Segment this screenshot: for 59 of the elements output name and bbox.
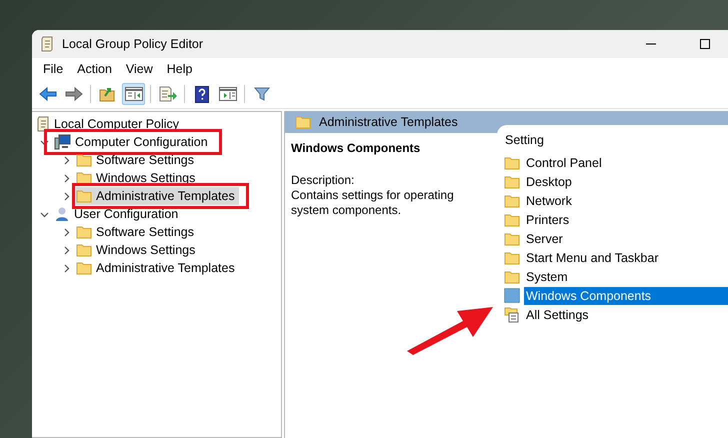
list-item[interactable]: Windows Components xyxy=(524,286,728,304)
action-pane-icon xyxy=(218,87,236,101)
tree-item[interactable]: Computer Configuration xyxy=(52,133,212,151)
scroll-icon xyxy=(36,116,50,132)
list-item[interactable]: Network xyxy=(524,192,728,210)
folder-icon xyxy=(295,115,311,129)
folder-icon xyxy=(504,174,520,188)
folder-icon xyxy=(504,212,520,226)
back-arrow-icon xyxy=(38,87,56,101)
tree-item[interactable]: Local Computer Policy xyxy=(34,115,184,133)
folder-up-icon xyxy=(99,86,116,102)
folder-icon xyxy=(76,243,92,257)
folder-icon xyxy=(76,189,92,203)
description-text: Contains settings for operating system components. xyxy=(291,188,455,218)
tree-item[interactable]: Administrative Templates xyxy=(74,259,239,277)
folder-icon xyxy=(504,156,520,170)
window-title: Local Group Policy Editor xyxy=(62,37,204,51)
folder-icon xyxy=(504,250,520,264)
tree-item[interactable]: Windows Settings xyxy=(74,169,200,187)
folder-icon xyxy=(504,232,520,246)
collapse-chevron-icon[interactable] xyxy=(40,138,48,146)
settings-list-icon xyxy=(504,306,520,322)
list-item[interactable]: All Settings xyxy=(524,306,728,324)
pane-header-title: Administrative Templates xyxy=(319,115,458,129)
menu-item[interactable]: Action xyxy=(70,62,119,76)
folder-icon xyxy=(504,270,520,284)
user-icon xyxy=(54,206,70,222)
tree-item[interactable]: Administrative Templates xyxy=(74,187,239,205)
list-item[interactable]: Printers xyxy=(524,210,728,228)
list-item[interactable]: Desktop xyxy=(524,172,728,190)
filter-icon xyxy=(254,86,270,102)
maximize-icon xyxy=(700,39,710,49)
scroll-icon xyxy=(40,36,54,52)
tree-item[interactable]: Windows Settings xyxy=(74,241,200,259)
menu-item[interactable]: View xyxy=(118,62,160,76)
folder-icon xyxy=(76,171,92,185)
help-icon xyxy=(194,86,208,102)
list-item[interactable]: Control Panel xyxy=(524,154,728,172)
folder-icon xyxy=(76,225,92,239)
folder-icon xyxy=(504,194,520,208)
grid-icon xyxy=(504,288,520,303)
list-item[interactable]: System xyxy=(524,268,728,286)
list-item[interactable]: Server xyxy=(524,230,728,248)
console-tree-icon xyxy=(124,87,142,101)
description-title: Windows Components xyxy=(291,141,422,155)
collapse-chevron-icon[interactable] xyxy=(40,210,48,218)
tree-item[interactable]: User Configuration xyxy=(52,205,182,223)
folder-icon xyxy=(76,153,92,167)
export-list-icon xyxy=(158,86,176,102)
tree-item[interactable]: Software Settings xyxy=(74,151,198,169)
column-header[interactable]: Setting xyxy=(497,129,728,153)
menu-item[interactable]: File xyxy=(36,62,70,76)
forward-arrow-icon xyxy=(64,87,82,101)
description-label: Description: xyxy=(291,173,356,188)
folder-icon xyxy=(76,261,92,275)
tree-item[interactable]: Software Settings xyxy=(74,223,198,241)
list-item[interactable]: Start Menu and Taskbar xyxy=(524,248,728,266)
menu-item[interactable]: Help xyxy=(160,62,200,76)
computer-icon xyxy=(54,134,71,150)
